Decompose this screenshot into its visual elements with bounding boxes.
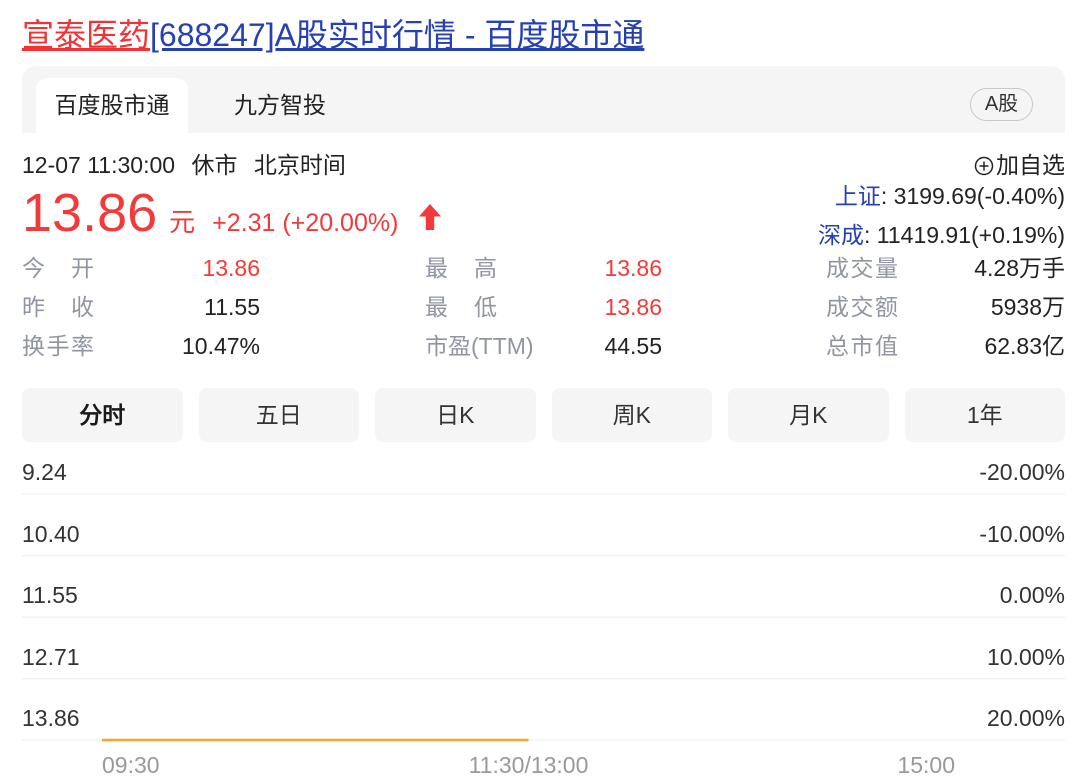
stat-label-low: 最 低 — [425, 294, 497, 320]
stat-label-market-cap: 总市值 — [826, 333, 898, 359]
y-tick-label-right: 20.00% — [987, 705, 1065, 731]
index-link-shanghai[interactable]: 上证 — [835, 183, 881, 209]
y-tick-label-left: 12.71 — [22, 644, 80, 670]
stat-value-amount: 5938万 — [990, 294, 1065, 320]
index-shanghai: 上证: 3199.69(-0.40%) — [835, 181, 1065, 211]
stat-label-open: 今 开 — [22, 255, 94, 281]
price-change: +2.31 (+20.00%) — [212, 209, 399, 237]
index-link-shenzhen[interactable]: 深成 — [818, 222, 864, 248]
y-tick-label-right: 10.00% — [987, 644, 1065, 670]
tab-baidu-gushitong[interactable]: 百度股市通 — [36, 78, 188, 133]
x-tick-label: 09:30 — [102, 752, 160, 778]
tab-weekly-k[interactable]: 周K — [551, 388, 712, 442]
timezone-label: 北京时间 — [253, 152, 346, 178]
y-tick-label-left: 10.40 — [22, 521, 80, 547]
stat-value-prev-close: 11.55 — [204, 294, 260, 320]
add-to-watchlist-button[interactable]: 加自选 — [974, 149, 1065, 181]
stat-value-open: 13.86 — [202, 255, 260, 281]
y-tick-label-right: -10.00% — [979, 521, 1065, 547]
result-title-link[interactable]: 宣泰医药[688247]A股实时行情 - 百度股市通 — [22, 13, 644, 57]
stats-row: 换手率 10.47% 市盈(TTM) 44.55 总市值 62.83亿 — [0, 330, 1080, 362]
stat-value-pe-ttm: 44.55 — [604, 333, 662, 359]
title-text[interactable]: [688247]A股实时行情 - 百度股市通 — [150, 17, 644, 53]
quote-status: 12-07 11:30:00 休市 北京时间 — [22, 149, 346, 181]
stat-label-pe-ttm: 市盈(TTM) — [425, 333, 534, 359]
market-state: 休市 — [191, 152, 238, 178]
add-to-watchlist-label: 加自选 — [996, 152, 1065, 178]
stat-label-volume: 成交量 — [826, 255, 898, 281]
stat-value-low: 13.86 — [604, 294, 662, 320]
x-tick-label: 15:00 — [897, 752, 955, 778]
stat-label-amount: 成交额 — [826, 294, 898, 320]
tab-monthly-k[interactable]: 月K — [728, 388, 889, 442]
arrow-up-icon — [419, 204, 442, 230]
stat-value-volume: 4.28万手 — [974, 255, 1065, 281]
x-tick-label: 11:30/13:00 — [469, 752, 589, 778]
stat-value-market-cap: 62.83亿 — [984, 333, 1065, 359]
tab-intraday[interactable]: 分时 — [22, 388, 183, 442]
stats-row: 昨 收 11.55 最 低 13.86 成交额 5938万 — [0, 291, 1080, 323]
stat-label-prev-close: 昨 收 — [22, 294, 94, 320]
period-tabs: 分时 五日 日K 周K 月K 1年 — [22, 388, 1065, 442]
stat-label-high: 最 高 — [425, 255, 497, 281]
title-stock-name[interactable]: 宣泰医药 — [22, 17, 150, 53]
tab-five-day[interactable]: 五日 — [198, 388, 359, 442]
price-unit: 元 — [169, 207, 196, 237]
price-block: 13.86 元 +2.31 (+20.00%) — [22, 181, 442, 245]
stats-row: 今 开 13.86 最 高 13.86 成交量 4.28万手 — [0, 252, 1080, 284]
index-value-shenzhen: : 11419.91(+0.19%) — [864, 222, 1065, 248]
y-tick-label-left: 9.24 — [22, 459, 67, 485]
tab-one-year[interactable]: 1年 — [904, 388, 1065, 442]
stat-value-high: 13.86 — [604, 255, 662, 281]
index-shenzhen: 深成: 11419.91(+0.19%) — [818, 220, 1065, 250]
y-tick-label-left: 13.86 — [22, 705, 80, 731]
tab-daily-k[interactable]: 日K — [375, 388, 536, 442]
tab-jiufang-zhitou[interactable]: 九方智投 — [204, 78, 356, 133]
intraday-price-chart: 9.24 -20.00% 10.40 -10.00% 11.55 0.00% 12.71 10… — [22, 459, 1065, 778]
current-price: 13.86 — [22, 183, 158, 243]
index-value-shanghai: : 3199.69(-0.40%) — [880, 183, 1065, 209]
y-tick-label-right: 0.00% — [1000, 582, 1065, 608]
quote-datetime: 12-07 11:30:00 — [22, 152, 176, 178]
market-badge-button[interactable]: A股 — [970, 88, 1033, 121]
stat-label-turnover-rate: 换手率 — [22, 333, 94, 359]
stat-value-turnover-rate: 10.47% — [181, 333, 260, 359]
y-tick-label-right: -20.00% — [979, 459, 1065, 485]
circle-plus-icon — [974, 156, 994, 176]
y-tick-label-left: 11.55 — [22, 582, 78, 608]
source-tab-bar: 百度股市通 九方智投 A股 — [22, 66, 1065, 133]
